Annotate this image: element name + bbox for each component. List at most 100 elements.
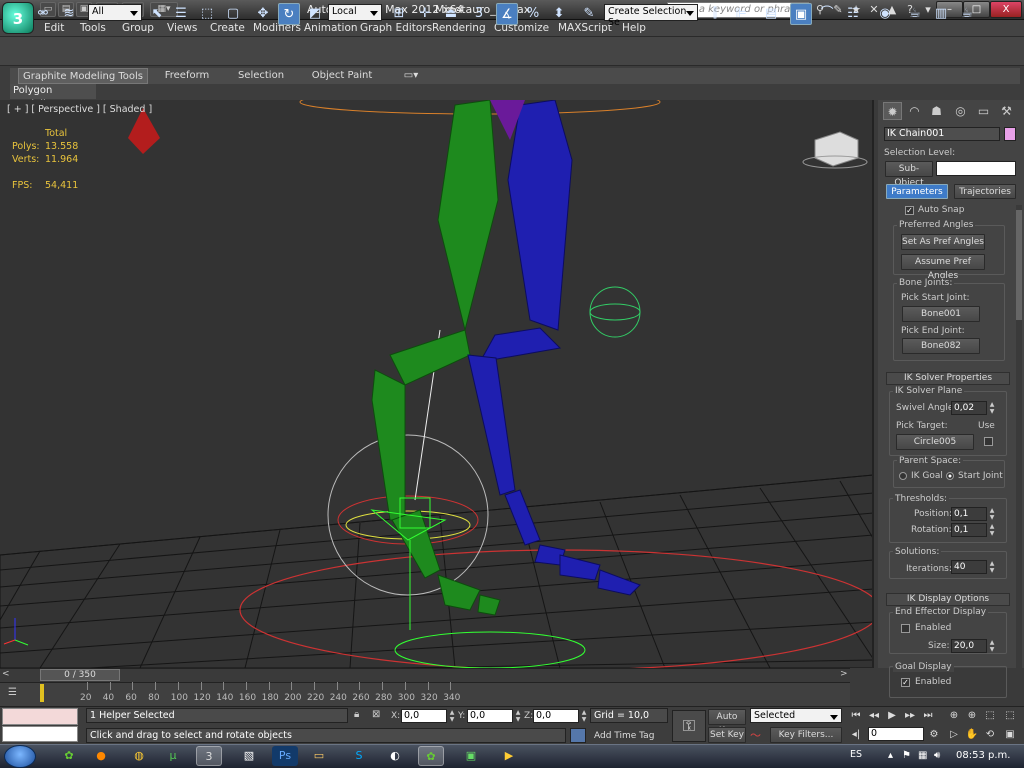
unlink-icon[interactable]: ⚮ [32, 3, 54, 25]
schematic-view-icon[interactable]: ☷ [842, 3, 864, 25]
create-tab-icon[interactable]: ✹ [883, 102, 902, 120]
align-icon[interactable]: ⊫ [730, 3, 752, 25]
start-joint-radio[interactable] [946, 472, 954, 480]
go-to-end-icon[interactable]: ⏭ [920, 708, 936, 723]
previous-frame-icon[interactable]: ◂◂ [866, 708, 882, 723]
pivot-center-icon[interactable]: ⊞ [388, 3, 410, 25]
end-effector-size-field[interactable]: 20,0 [951, 639, 987, 653]
mirror-icon[interactable]: ⫿ [704, 3, 726, 25]
pan-view-icon[interactable]: ✋ [964, 727, 980, 742]
material-editor-icon[interactable]: ◉ [874, 3, 896, 25]
zoom-extents-icon[interactable]: ⬚ [982, 708, 998, 723]
close-button[interactable]: X [990, 1, 1022, 18]
trajectories-tab[interactable]: Trajectories [954, 184, 1016, 199]
graphite-toggle-icon[interactable]: ▣ [790, 3, 812, 25]
z-spinner[interactable]: ▲ ▼ [580, 709, 588, 723]
time-configuration-icon[interactable]: ⚙ [926, 727, 942, 742]
rendered-frame-window-icon[interactable]: ▥ [930, 3, 952, 25]
swivel-angle-field[interactable]: 0,02 [951, 401, 987, 415]
orbit-icon[interactable]: ⟲ [982, 727, 998, 742]
object-color-swatch[interactable] [1004, 127, 1016, 141]
add-time-tag-label[interactable]: Add Time Tag [594, 731, 654, 741]
tray-network-icon[interactable]: ▦ [918, 750, 927, 761]
clock[interactable]: 08:53 p.m. [956, 750, 1010, 761]
time-tag-icon[interactable] [570, 728, 586, 743]
tray-volume-icon[interactable]: 🔊︎ [934, 750, 940, 761]
3dsmax-taskbar-icon[interactable]: 3 [196, 746, 222, 766]
parameters-tab[interactable]: Parameters [886, 184, 948, 199]
start-button[interactable] [4, 745, 36, 768]
maxscript-listener-bottom[interactable] [2, 726, 78, 742]
auto-snap-checkbox[interactable]: ✓ [905, 206, 914, 215]
play-icon[interactable]: ▶ [884, 708, 900, 723]
spinner-snap-icon[interactable]: ⬍ [548, 3, 570, 25]
snaps-toggle-icon[interactable]: 3 [468, 3, 490, 25]
object-name-field[interactable]: IK Chain001 [884, 127, 1000, 141]
use-target-checkbox[interactable] [984, 437, 993, 446]
maximize-viewport-icon[interactable]: ▣ [1002, 727, 1018, 742]
select-and-move-icon[interactable]: ✥ [252, 3, 274, 25]
layer-manager-icon[interactable]: ▤ [760, 3, 782, 25]
key-mode-dropdown[interactable]: Selected [750, 708, 842, 723]
edit-named-selection-icon[interactable]: ✎ [578, 3, 600, 25]
window-crossing-icon[interactable]: ▢ [222, 3, 244, 25]
viewcube[interactable] [802, 131, 868, 169]
polygon-modeling-panel[interactable]: Polygon Modeling [10, 84, 96, 110]
sub-object-dropdown[interactable] [936, 161, 1016, 176]
tab-freeform[interactable]: Freeform [156, 68, 218, 84]
ik-display-options-rollout[interactable]: IK Display Options [886, 593, 1010, 606]
menu-help[interactable]: Help [620, 21, 648, 35]
render-setup-icon[interactable]: ☕ [904, 3, 926, 25]
time-slider-track[interactable] [0, 668, 850, 682]
absolute-mode-icon[interactable]: ⊠ [372, 709, 380, 720]
start-joint-button[interactable]: Bone001 [902, 306, 980, 322]
sub-object-button[interactable]: Sub-Object [885, 161, 933, 188]
angle-snap-icon[interactable]: ∡ [496, 3, 518, 25]
utilities-tab-icon[interactable]: ⚒ [997, 102, 1016, 120]
ik-solver-properties-rollout[interactable]: IK Solver Properties [886, 372, 1010, 385]
iterations-spinner[interactable]: ▲ ▼ [988, 560, 996, 574]
media-icon[interactable]: ◐ [382, 746, 408, 766]
taskbar-app3-icon[interactable]: ▣ [458, 746, 484, 766]
taskbar-app4-icon[interactable]: ▶ [496, 746, 522, 766]
ik-goal-circle[interactable] [589, 286, 641, 338]
mini-curve-editor-icon[interactable]: ☰ [8, 687, 17, 698]
render-production-icon[interactable]: ☕ [956, 3, 978, 25]
menu-tools[interactable]: Tools [78, 21, 108, 35]
tab-object-paint[interactable]: Object Paint [306, 68, 378, 84]
swivel-angle-spinner[interactable]: ▲ ▼ [988, 401, 996, 415]
x-coordinate-field[interactable]: 0,0 [401, 709, 447, 723]
select-object-icon[interactable]: ⬉ [146, 3, 168, 25]
set-keys-key-icon[interactable]: ⚿ [672, 710, 706, 742]
percent-snap-icon[interactable]: % [522, 3, 544, 25]
goal-display-enabled-checkbox[interactable]: ✓ [901, 678, 910, 687]
display-tab-icon[interactable]: ▭ [974, 102, 993, 120]
explorer-icon[interactable]: ▭ [306, 746, 332, 766]
zoom-extents-all-icon[interactable]: ⬚ [1002, 708, 1018, 723]
time-slider-thumb[interactable]: 0 / 350 [40, 669, 120, 681]
rotation-threshold-spinner[interactable]: ▲ ▼ [988, 523, 996, 537]
set-key-button[interactable]: Set Key [708, 727, 746, 743]
modify-tab-icon[interactable]: ◠ [905, 102, 924, 120]
selection-filter-dropdown[interactable]: All [88, 4, 142, 21]
current-frame-field[interactable]: 0 [868, 727, 924, 741]
paint-icon[interactable]: ▧ [236, 746, 262, 766]
reference-coordinate-dropdown[interactable]: Local [328, 4, 382, 21]
taskbar-app2-icon[interactable]: ✿ [418, 746, 444, 766]
select-by-name-icon[interactable]: ☰ [170, 3, 192, 25]
set-pref-angles-button[interactable]: Set As Pref Angles [901, 234, 985, 250]
select-and-manipulate-icon[interactable]: ✛ [414, 3, 436, 25]
tray-flag-icon[interactable]: ⚑ [902, 750, 911, 761]
time-slider-left-icon[interactable]: < [2, 669, 10, 679]
command-panel-scroll-thumb[interactable] [1016, 210, 1022, 320]
ik-goal-radio[interactable] [899, 472, 907, 480]
field-of-view-icon[interactable]: ▷ [946, 727, 962, 742]
firefox-icon[interactable]: ● [88, 746, 114, 766]
photoshop-icon[interactable]: Ps [272, 746, 298, 766]
tab-selection[interactable]: Selection [232, 68, 290, 84]
z-coordinate-field[interactable]: 0,0 [533, 709, 579, 723]
zoom-all-icon[interactable]: ⊕ [964, 708, 980, 723]
auto-key-button[interactable]: Auto Key [708, 709, 746, 736]
perspective-viewport[interactable] [0, 100, 874, 668]
skype-icon[interactable]: S [346, 746, 372, 766]
